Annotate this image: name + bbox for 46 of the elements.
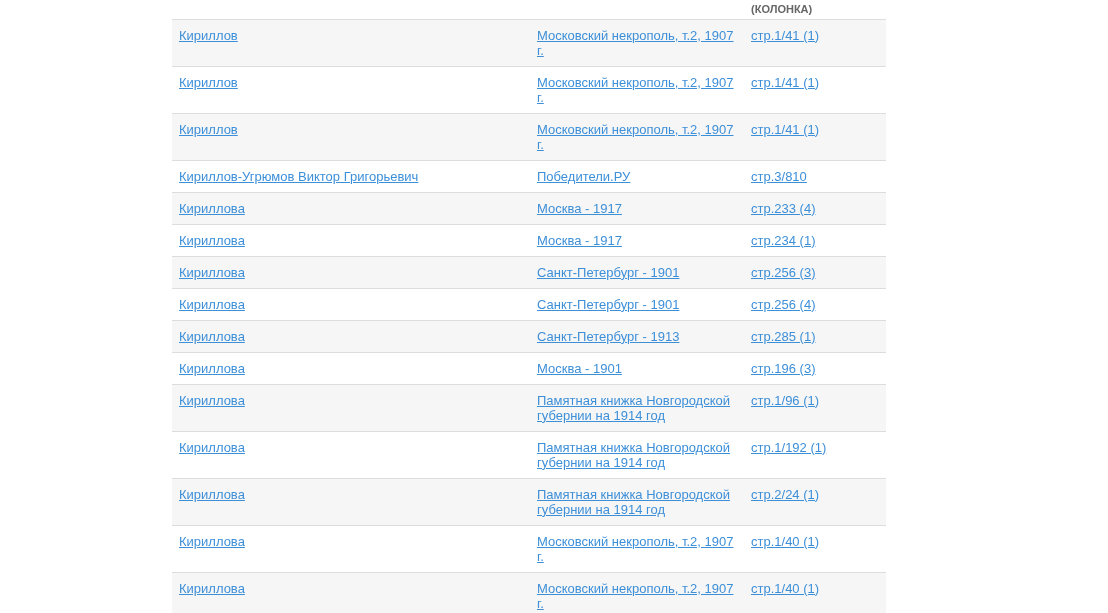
page-link[interactable]: стр.2/24 (1) (751, 486, 820, 502)
name-link[interactable]: Кириллова (179, 264, 245, 280)
source-link[interactable]: Московский некрополь, т.2, 1907 г. (537, 121, 737, 152)
source-link[interactable]: Памятная книжка Новгородской губернии на 1914 год (537, 392, 737, 423)
source-link[interactable]: Памятная книжка Новгородской губернии на 1914 год (537, 439, 737, 470)
source-link[interactable]: Санкт-Петербург - 1901 (537, 264, 737, 280)
page-link[interactable]: стр.1/41 (1) (751, 121, 820, 137)
source-link[interactable]: Московский некрополь, т.2, 1907 г. (537, 27, 737, 58)
page-link[interactable]: стр.234 (1) (751, 232, 816, 248)
source-link[interactable]: Победители.РУ (537, 168, 737, 184)
source-link[interactable]: Москва - 1917 (537, 232, 737, 248)
page-link[interactable]: стр.1/192 (1) (751, 439, 827, 455)
name-link[interactable]: Кириллова (179, 439, 245, 455)
page-link[interactable]: стр.285 (1) (751, 328, 816, 344)
name-link[interactable]: Кириллов (179, 121, 238, 137)
name-link[interactable]: Кириллова (179, 486, 245, 502)
page-link[interactable]: стр.1/96 (1) (751, 392, 820, 408)
source-link[interactable]: Москва - 1901 (537, 360, 737, 376)
name-link[interactable]: Кириллов-Угрюмов Виктор Григорьевич (179, 168, 419, 184)
name-link[interactable]: Кириллова (179, 328, 245, 344)
page-link[interactable]: стр.196 (3) (751, 360, 816, 376)
page-link[interactable]: стр.256 (4) (751, 296, 816, 312)
source-link[interactable]: Москва - 1917 (537, 200, 737, 216)
name-link[interactable]: Кириллова (179, 360, 245, 376)
page-link[interactable]: стр.1/41 (1) (751, 27, 820, 43)
name-link[interactable]: Кириллова (179, 580, 245, 596)
page-link[interactable]: стр.1/41 (1) (751, 74, 820, 90)
source-link[interactable]: Санкт-Петербург - 1901 (537, 296, 737, 312)
source-link[interactable]: Памятная книжка Новгородской губернии на 1914 год (537, 486, 737, 517)
page-link[interactable]: стр.256 (3) (751, 264, 816, 280)
name-link[interactable]: Кириллов (179, 27, 238, 43)
name-link[interactable]: Кириллова (179, 392, 245, 408)
page-link[interactable]: стр.233 (4) (751, 200, 816, 216)
page-link[interactable]: стр.1/40 (1) (751, 580, 820, 596)
name-link[interactable]: Кириллова (179, 533, 245, 549)
source-link[interactable]: Московский некрополь, т.2, 1907 г. (537, 580, 737, 611)
source-link[interactable]: Московский некрополь, т.2, 1907 г. (537, 533, 737, 564)
source-link[interactable]: Московский некрополь, т.2, 1907 г. (537, 74, 737, 105)
name-link[interactable]: Кириллова (179, 232, 245, 248)
page-link[interactable]: стр.3/810 (751, 168, 807, 184)
name-link[interactable]: Кириллов (179, 74, 238, 90)
name-link[interactable]: Кириллова (179, 200, 245, 216)
source-link[interactable]: Санкт-Петербург - 1913 (537, 328, 737, 344)
column-header: (КОЛОНКА) (751, 2, 813, 15)
page-link[interactable]: стр.1/40 (1) (751, 533, 820, 549)
name-link[interactable]: Кириллова (179, 296, 245, 312)
